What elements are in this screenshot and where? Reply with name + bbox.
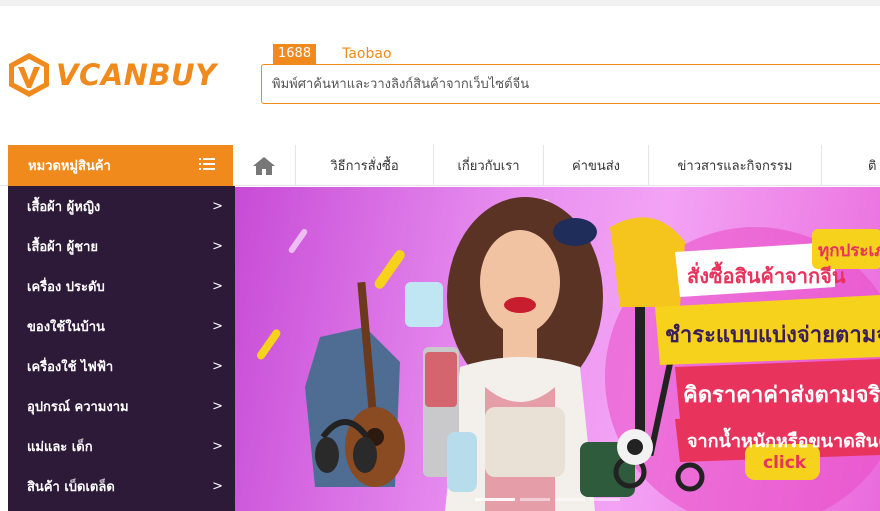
sidebar-item-label: แม่และ เด็ก [27, 439, 93, 455]
promo-line4: จากน้ำหนักหรือขนาดสินค้า [687, 427, 880, 452]
chevron-right-icon: > [212, 198, 223, 214]
sidebar-item-electronics[interactable]: เครื่องใช้ ไฟฟ้า > [8, 346, 235, 386]
sidebar-item-home-goods[interactable]: ของใช้ในบ้าน > [8, 306, 235, 346]
chevron-right-icon: > [212, 358, 223, 374]
search-tab-1688[interactable]: 1688 [273, 44, 317, 64]
pillow-graphic [485, 407, 565, 477]
search-tabs: 1688 Taobao [273, 44, 392, 64]
chevron-right-icon: > [212, 398, 223, 414]
nav-about-us[interactable]: เกี่ยวกับเรา [434, 145, 544, 186]
chevron-right-icon: > [212, 278, 223, 294]
promo-line1: สั่งซื้อสินค้าจากจีน [687, 261, 846, 288]
sidebar-item-mother-baby[interactable]: แม่และ เด็ก > [8, 426, 235, 466]
sidebar-item-label: เสื้อผ้า ผู้หญิง [27, 199, 101, 215]
sidebar-item-women-clothing[interactable]: เสื้อผ้า ผู้หญิง > [8, 186, 235, 226]
search-tab-taobao[interactable]: Taobao [342, 46, 391, 62]
sidebar-item-label: ของใช้ในบ้าน [27, 319, 105, 335]
click-button[interactable]: click [763, 453, 807, 473]
sidebar-item-miscellaneous[interactable]: สินค้า เบ็ดเตล็ด > [8, 466, 235, 506]
nav-items: วิธีการสั่งซื้อ เกี่ยวกับเรา ค่าขนส่ง ข่… [233, 145, 880, 186]
sidebar-item-label: อุปกรณ์ ความงาม [27, 399, 129, 415]
search-box [261, 64, 880, 104]
sidebar-item-beauty[interactable]: อุปกรณ์ ความงาม > [8, 386, 235, 426]
nav-contact[interactable]: ติ [822, 145, 880, 186]
sidebar-item-men-clothing[interactable]: เสื้อผ้า ผู้ชาย > [8, 226, 235, 266]
category-menu-button[interactable]: หมวดหมู่สินค้า [8, 145, 233, 186]
nav-home[interactable] [233, 145, 296, 186]
list-menu-icon [199, 158, 215, 170]
chevron-right-icon: > [212, 478, 223, 494]
sidebar-item-label: เครื่อง ประดับ [27, 279, 105, 295]
cup-graphic [447, 432, 477, 492]
search-input[interactable] [262, 65, 880, 103]
sidebar-item-label: เครื่องใช้ ไฟฟ้า [27, 359, 114, 375]
promo-line1-tag: ทุกประเภท [818, 241, 880, 261]
chevron-right-icon: > [212, 238, 223, 254]
blender-jar-graphic [425, 352, 457, 407]
logo-text: VCANBUY [56, 58, 217, 92]
security-camera-graphic [617, 429, 653, 465]
nav-shipping-cost[interactable]: ค่าขนส่ง [544, 145, 649, 186]
promo-line3: คิดราคาค่าส่งตามจริง [683, 383, 880, 408]
goggles-graphic [553, 218, 597, 246]
logo-mark-icon [9, 53, 49, 97]
nav-news-events[interactable]: ข่าวสารและกิจกรรม [649, 145, 822, 186]
banner-artwork: สั่งซื้อสินค้าจากจีน ทุกประเภท ชำระแบบแบ… [256, 197, 880, 511]
chevron-right-icon: > [212, 318, 223, 334]
category-sidebar: เสื้อผ้า ผู้หญิง > เสื้อผ้า ผู้ชาย > เคร… [8, 186, 235, 511]
logo[interactable]: VCANBUY [8, 52, 217, 98]
chevron-right-icon: > [212, 438, 223, 454]
top-strip [0, 0, 880, 6]
home-icon [253, 156, 275, 175]
sidebar-item-jewelry[interactable]: เครื่อง ประดับ > [8, 266, 235, 306]
category-menu-label: หมวดหมู่สินค้า [28, 159, 111, 174]
hero-banner[interactable]: สั่งซื้อสินค้าจากจีน ทุกประเภท ชำระแบบแบ… [235, 187, 880, 511]
sidebar-item-label: สินค้า เบ็ดเตล็ด [27, 479, 115, 495]
sidebar-item-label: เสื้อผ้า ผู้ชาย [27, 239, 98, 255]
nav-how-to-order[interactable]: วิธีการสั่งซื้อ [296, 145, 434, 186]
main-nav: หมวดหมู่สินค้า วิธีการสั่งซื้อ เกี่ยวกับ… [0, 145, 880, 186]
mini-fan-graphic [405, 282, 443, 327]
carousel-indicators[interactable] [475, 498, 620, 501]
promo-line2: ชำระแบบแบ่งจ่ายตามจริง [665, 323, 880, 348]
